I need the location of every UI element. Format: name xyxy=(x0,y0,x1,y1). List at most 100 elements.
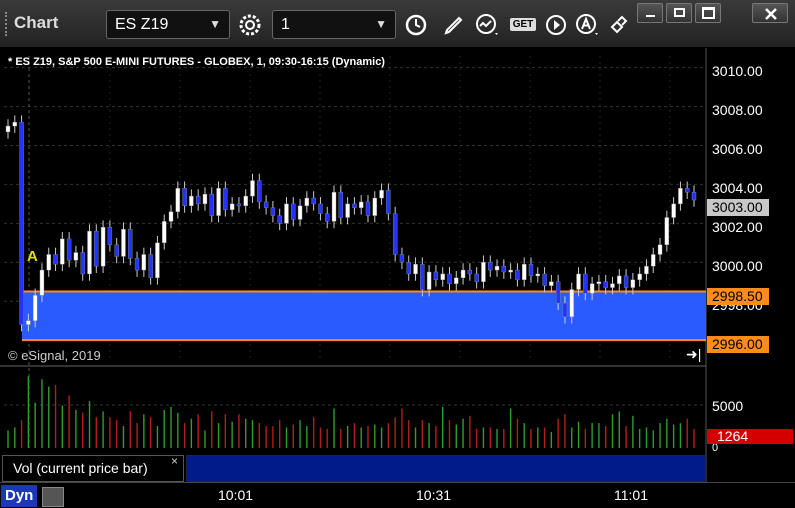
candle-body xyxy=(5,125,11,133)
zone-upper-price-tag: 2998.50 xyxy=(707,288,769,305)
time-axis-label: 10:01 xyxy=(218,487,254,503)
candle-body xyxy=(121,228,126,257)
candle-body xyxy=(413,264,418,275)
candle-body xyxy=(297,205,303,220)
candle-body xyxy=(583,273,588,294)
pencil-draw-icon[interactable] xyxy=(440,10,468,39)
candle-body xyxy=(162,221,167,244)
candle-body xyxy=(60,238,65,265)
candle-body xyxy=(610,283,615,288)
price-axis-label: 3006.00 xyxy=(712,141,763,157)
candle-body xyxy=(454,277,459,284)
toolbar-grip[interactable] xyxy=(5,12,11,36)
chevron-down-icon[interactable]: ▼ xyxy=(375,17,387,31)
candle-body xyxy=(338,192,344,218)
candle-body xyxy=(569,289,574,317)
interval-value: 1 xyxy=(281,16,290,33)
chevron-down-icon[interactable]: ▼ xyxy=(209,17,221,31)
candle-body xyxy=(637,273,642,280)
candle-body xyxy=(175,188,181,212)
candle-body xyxy=(420,264,425,290)
candle-body xyxy=(440,273,445,280)
candle-body xyxy=(263,201,269,208)
candle-body xyxy=(195,195,201,205)
last-price-tag: 3003.00 xyxy=(707,199,769,216)
maximize-button[interactable] xyxy=(695,3,721,23)
studies-icon[interactable] xyxy=(472,10,504,39)
candle-body xyxy=(623,275,629,288)
candle-body xyxy=(515,269,520,280)
candle-body xyxy=(236,203,242,207)
candle-body xyxy=(66,238,72,261)
interval-input[interactable]: 1 ▼ xyxy=(272,10,396,39)
chart-toolbar: Chart ES Z19 ▼ 1 ▼ GET xyxy=(0,0,795,48)
chart-area[interactable]: * ES Z19, S&P 500 E-MINI FUTURES - GLOBE… xyxy=(0,48,795,508)
scroll-to-end-icon[interactable]: ➜| xyxy=(686,346,701,363)
candle-body xyxy=(589,283,595,294)
price-axis-label: 3002.00 xyxy=(712,219,763,235)
candle-body xyxy=(128,228,133,259)
volume-value-tag: 1264 xyxy=(707,429,793,444)
candle-body xyxy=(535,273,540,277)
symbol-input[interactable]: ES Z19 ▼ xyxy=(106,10,230,39)
close-button[interactable] xyxy=(752,3,788,23)
lock-icon[interactable] xyxy=(42,487,64,507)
study-label[interactable]: Vol (current price bar) xyxy=(2,455,184,482)
candle-body xyxy=(617,275,622,284)
play-icon[interactable] xyxy=(542,10,570,39)
link-icon[interactable] xyxy=(606,10,632,39)
minimize-button[interactable] xyxy=(637,3,663,23)
candle-body xyxy=(209,193,214,216)
candle-body xyxy=(365,201,371,216)
candle-body xyxy=(182,188,187,207)
candle-body xyxy=(94,230,99,267)
candle-body xyxy=(562,302,568,317)
candle-body xyxy=(277,215,282,224)
get-label: GET xyxy=(509,18,537,31)
study-strip xyxy=(186,455,706,482)
price-volume-chart[interactable] xyxy=(0,48,795,508)
alert-icon[interactable] xyxy=(572,10,604,39)
candle-body xyxy=(399,254,405,263)
candle-body xyxy=(331,192,337,222)
price-axis-label: 3010.00 xyxy=(712,63,763,79)
candle-body xyxy=(379,190,384,199)
time-axis-bar: Dyn 10:01 10:31 11:01 xyxy=(0,482,795,508)
candle-body xyxy=(291,203,296,220)
clock-icon[interactable] xyxy=(400,10,432,39)
candle-body xyxy=(19,121,24,325)
candle-body xyxy=(664,217,670,245)
candle-body xyxy=(325,213,330,222)
candle-body xyxy=(100,227,106,267)
candle-body xyxy=(243,195,248,207)
candle-body xyxy=(508,269,513,273)
copyright-text: © eSignal, 2019 xyxy=(8,348,101,363)
candle-body xyxy=(685,188,690,193)
candle-body xyxy=(549,281,554,286)
symbol-settings-gear-icon[interactable] xyxy=(234,10,266,39)
candle-body xyxy=(134,258,140,271)
dyn-button[interactable]: Dyn xyxy=(1,485,38,507)
minimize-icon xyxy=(646,15,655,17)
candle-body xyxy=(372,197,377,216)
candle-body xyxy=(114,244,119,257)
candle-body xyxy=(657,244,663,255)
get-data-icon[interactable]: GET xyxy=(506,10,540,39)
candle-body xyxy=(576,273,581,290)
candle-body xyxy=(494,265,500,271)
price-zone-fill xyxy=(22,291,706,341)
candle-body xyxy=(12,121,17,127)
candle-body xyxy=(250,180,255,197)
candle-body xyxy=(474,273,479,282)
candle-body xyxy=(651,254,656,267)
study-close-icon[interactable]: × xyxy=(171,454,178,468)
candle-body xyxy=(460,269,466,279)
price-axis-label: 3000.00 xyxy=(712,258,763,274)
candle-body xyxy=(358,201,364,208)
candle-body xyxy=(257,180,262,203)
candle-body xyxy=(392,213,398,255)
price-axis-label: 3008.00 xyxy=(712,102,763,118)
candle-body xyxy=(671,203,676,218)
candle-body xyxy=(270,207,276,216)
restore-button[interactable] xyxy=(666,3,692,23)
